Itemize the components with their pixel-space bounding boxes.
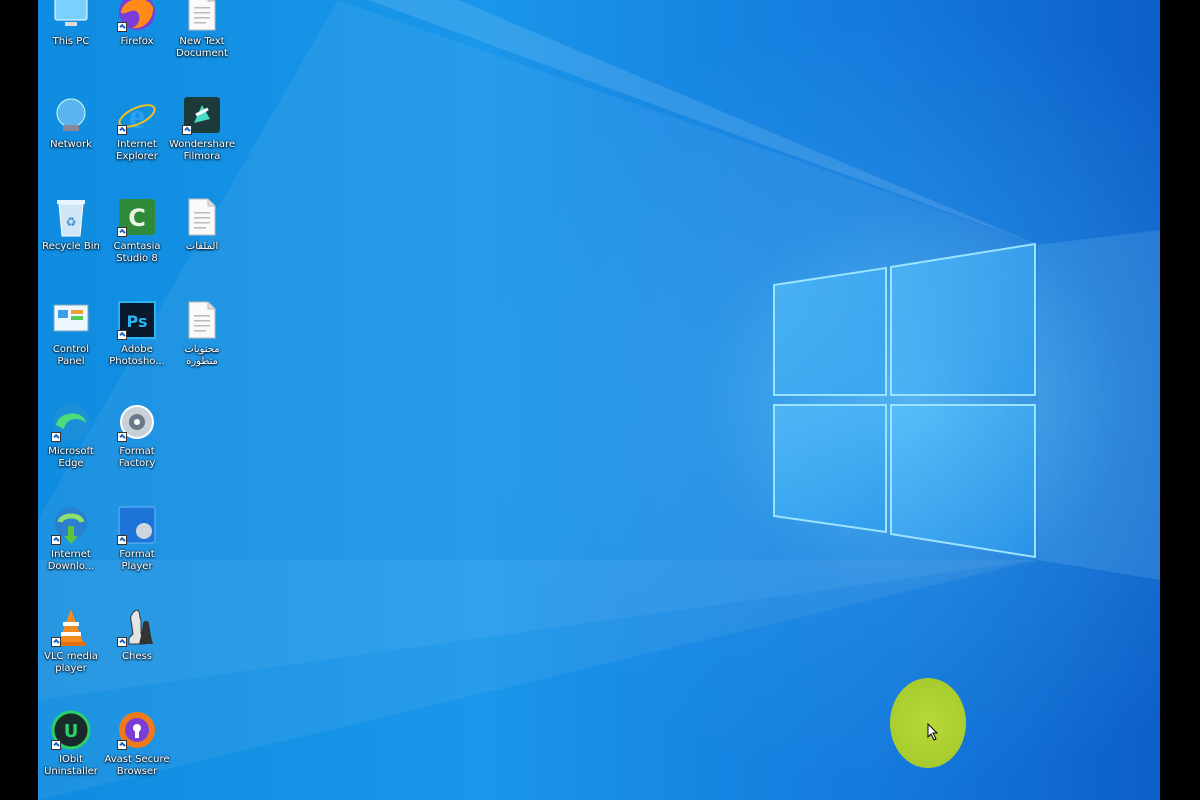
shortcut-arrow-icon <box>117 739 127 750</box>
format-player-icon <box>115 503 159 547</box>
desktop-icon-camtasia[interactable]: C Camtasia Studio 8 <box>106 195 168 295</box>
shortcut-arrow-icon <box>51 534 61 545</box>
control-panel-icon <box>49 298 93 342</box>
idm-icon <box>49 503 93 547</box>
shortcut-arrow-icon <box>117 22 127 32</box>
desktop-icon-label: VLC media player <box>44 651 98 674</box>
desktop-icon-label: Network <box>50 138 92 150</box>
desktop-icon-label: Microsoft Edge <box>48 446 94 469</box>
desktop-screen: This PC Network ♻ Recycle Bin Control Panel M… <box>38 0 1160 800</box>
shortcut-arrow-icon <box>117 637 127 647</box>
mouse-pointer-icon <box>927 723 939 741</box>
desktop-icon-label: Format Player <box>119 548 155 572</box>
shortcut-arrow-icon <box>117 227 127 237</box>
desktop-icon-label: New Text Document <box>176 36 228 59</box>
desktop-icon-text-document[interactable]: محتويات متطورة <box>171 298 233 398</box>
camtasia-icon: C <box>115 195 159 239</box>
desktop-icon-label: Avast Secure Browser <box>104 753 170 777</box>
desktop-icon-label: Internet Explorer <box>116 138 158 162</box>
firefox-icon <box>115 0 159 34</box>
chess-icon <box>115 605 159 649</box>
desktop-icon-label: Wondershare Filmora <box>168 138 236 162</box>
svg-text:Ps: Ps <box>127 312 148 331</box>
desktop-icon-network[interactable]: Network <box>40 93 102 193</box>
recycle-bin-icon: ♻ <box>49 195 93 239</box>
shortcut-arrow-icon <box>117 124 127 135</box>
svg-text:e: e <box>129 96 145 136</box>
desktop-icon-label: Camtasia Studio 8 <box>113 241 161 264</box>
desktop-icon-label: Firefox <box>120 36 154 47</box>
desktop-icon-format-player[interactable]: Format Player <box>106 503 168 603</box>
desktop-icon-label: Adobe Photosho... <box>109 343 165 367</box>
desktop-icon-idm[interactable]: Internet Downlo... <box>40 503 102 603</box>
desktop-icon-label: Recycle Bin <box>42 241 100 252</box>
iobit-icon: U <box>49 708 93 752</box>
filmora-icon <box>180 93 224 137</box>
text-document-icon <box>180 298 224 342</box>
desktop-icon-label: محتويات متطورة <box>184 343 220 367</box>
avast-icon <box>115 708 159 752</box>
shortcut-arrow-icon <box>182 124 192 135</box>
desktop-icon-avast[interactable]: Avast Secure Browser <box>105 708 170 800</box>
format-factory-icon <box>115 400 159 444</box>
desktop-icon-recycle-bin[interactable]: ♻ Recycle Bin <box>40 195 102 295</box>
desktop-icon-label: Chess <box>122 651 152 662</box>
desktop-icon-label: Internet Downlo... <box>47 548 95 572</box>
shortcut-arrow-icon <box>51 739 61 750</box>
desktop-icon-format-factory[interactable]: Format Factory <box>106 400 168 500</box>
desktop-icon-filmora[interactable]: Wondershare Filmora <box>169 93 235 193</box>
svg-text:U: U <box>64 721 79 742</box>
vlc-icon <box>49 605 93 649</box>
svg-text:♻: ♻ <box>66 215 77 229</box>
desktop-icon-vlc[interactable]: VLC media player <box>40 605 102 705</box>
shortcut-arrow-icon <box>117 534 127 545</box>
text-document-icon <box>180 0 224 34</box>
edge-icon <box>49 400 93 444</box>
this-pc-icon <box>49 0 93 34</box>
desktop-icon-this-pc[interactable]: This PC <box>40 0 102 90</box>
desktop-icon-label: الملفات <box>185 241 219 252</box>
desktop-icon-label: IObit Uninstaller <box>44 753 98 777</box>
shortcut-arrow-icon <box>117 329 127 340</box>
desktop-icon-label: Format Factory <box>118 446 156 469</box>
desktop-icon-chess[interactable]: Chess <box>106 605 168 705</box>
photoshop-icon: Ps <box>115 298 159 342</box>
text-document-icon <box>180 195 224 239</box>
desktop-icon-label: This PC <box>52 36 90 47</box>
shortcut-arrow-icon <box>117 432 127 442</box>
network-icon <box>49 93 93 137</box>
desktop-icon-photoshop[interactable]: Ps Adobe Photosho... <box>106 298 168 398</box>
desktop-icon-control-panel[interactable]: Control Panel <box>40 298 102 398</box>
desktop-icon-internet-explorer[interactable]: e Internet Explorer <box>106 93 168 193</box>
desktop-icon-text-document[interactable]: الملفات <box>171 195 233 295</box>
shortcut-arrow-icon <box>51 637 61 647</box>
internet-explorer-icon: e <box>115 93 159 137</box>
desktop-icon-label: Control Panel <box>52 343 90 367</box>
desktop-icon-iobit[interactable]: U IObit Uninstaller <box>40 708 102 800</box>
svg-text:C: C <box>128 204 146 232</box>
desktop-icon-text-document[interactable]: New Text Document <box>171 0 233 90</box>
desktop-icon-edge[interactable]: Microsoft Edge <box>40 400 102 500</box>
desktop-icon-firefox[interactable]: Firefox <box>106 0 168 90</box>
shortcut-arrow-icon <box>51 432 61 442</box>
